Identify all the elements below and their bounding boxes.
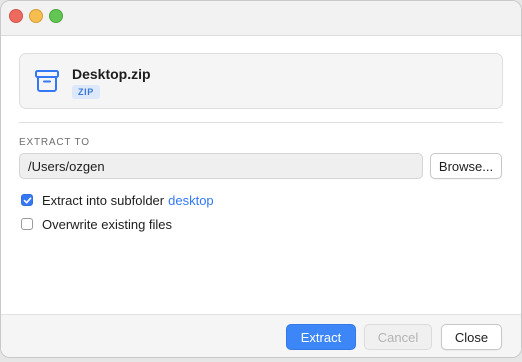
extract-to-label: EXTRACT TO <box>19 137 90 148</box>
subfolder-name-link[interactable]: desktop <box>168 193 214 208</box>
archive-file-name: Desktop.zip <box>72 66 151 82</box>
overwrite-checkbox[interactable] <box>21 218 33 230</box>
overwrite-option-label: Overwrite existing files <box>42 216 173 232</box>
cancel-button[interactable]: Cancel <box>364 324 432 350</box>
close-button[interactable]: Close <box>441 324 502 350</box>
archive-info-card: Desktop.zip ZIP <box>19 53 503 109</box>
destination-path-field[interactable] <box>19 153 423 179</box>
checkmark-icon <box>23 196 31 203</box>
extract-dialog-window: Desktop.zip ZIP EXTRACT TO Browse... Ext… <box>0 0 522 358</box>
dialog-footer: Extract Cancel Close <box>1 314 521 357</box>
overwrite-files-option[interactable]: Overwrite existing files <box>21 216 172 232</box>
window-zoom-button[interactable] <box>49 9 63 23</box>
browse-button[interactable]: Browse... <box>430 153 502 179</box>
extract-into-subfolder-option[interactable]: Extract into subfolder desktop <box>21 192 214 208</box>
archive-type-badge: ZIP <box>72 85 100 99</box>
window-minimize-button[interactable] <box>29 9 43 23</box>
extract-button[interactable]: Extract <box>286 324 356 350</box>
subfolder-option-label: Extract into subfolder <box>42 192 165 208</box>
subfolder-checkbox[interactable] <box>21 194 33 206</box>
title-bar <box>1 1 521 36</box>
window-close-button[interactable] <box>9 9 23 23</box>
section-divider <box>19 122 503 123</box>
archive-box-icon <box>35 70 59 92</box>
